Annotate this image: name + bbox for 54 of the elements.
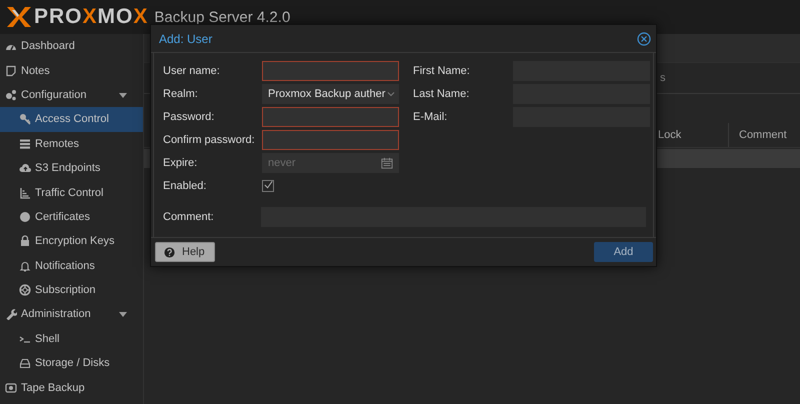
sidebar-item[interactable]: Notifications — [0, 254, 143, 278]
realm-dropdown[interactable]: Proxmox Backup auther — [262, 84, 399, 104]
input-field[interactable] — [262, 107, 399, 127]
sidebar-item[interactable]: Storage / Disks — [0, 351, 143, 376]
field-label: Password: — [163, 111, 216, 123]
wrench-icon — [5, 308, 17, 320]
calendar-icon — [381, 157, 393, 169]
tab[interactable]: s — [660, 72, 666, 84]
field-label: Expire: — [163, 157, 198, 169]
certificate-icon — [19, 210, 31, 223]
note-icon — [5, 64, 17, 77]
sidebar-item[interactable]: Remotes — [0, 132, 143, 156]
cloud-upload-icon — [19, 162, 31, 174]
sidebar-item[interactable]: Encryption Keys — [0, 229, 143, 254]
list-icon — [19, 138, 31, 150]
field-label: First Name: — [413, 65, 471, 77]
dialog-title: Add: User — [159, 32, 212, 46]
gears-icon — [5, 88, 17, 101]
help-icon — [164, 246, 175, 258]
input-field[interactable] — [262, 61, 399, 81]
field-label: Realm: — [163, 88, 199, 100]
add-button[interactable]: Add — [594, 242, 653, 262]
close-button[interactable] — [637, 32, 651, 46]
sidebar-item[interactable]: Certificates — [0, 204, 143, 230]
drive-icon — [19, 357, 31, 370]
sidebar-item[interactable]: Notes — [0, 58, 143, 83]
lifebuoy-icon — [19, 284, 31, 296]
sidebar-item[interactable]: Access Control — [0, 107, 143, 132]
bell-icon — [19, 260, 31, 272]
x-logo-icon — [6, 6, 32, 28]
tape-icon — [5, 382, 17, 394]
sidebar-item[interactable]: Tape Backup — [0, 375, 143, 400]
key-icon — [19, 113, 31, 126]
sidebar-item[interactable]: Configuration — [0, 82, 143, 108]
field-label: Comment: — [163, 211, 215, 223]
sidebar-item[interactable]: Shell — [0, 326, 143, 352]
steps-chart-icon — [19, 186, 31, 199]
input-field[interactable] — [262, 130, 399, 150]
product-title: Backup Server 4.2.0 — [154, 8, 290, 26]
field-label: Enabled: — [163, 180, 208, 192]
field-label: Last Name: — [413, 88, 470, 100]
sidebar-item[interactable]: Dashboard — [0, 34, 143, 58]
field-label: E-Mail: — [413, 111, 448, 123]
logo-wordmark: PROXMOX — [34, 5, 148, 29]
sidebar-item[interactable]: Subscription — [0, 278, 143, 302]
field-label: Confirm password: — [163, 134, 256, 146]
sidebar-item[interactable]: Administration — [0, 302, 143, 327]
sidebar-item[interactable]: Traffic Control — [0, 180, 143, 205]
sidebar-item[interactable]: S3 Endpoints — [0, 156, 143, 180]
checkbox[interactable] — [262, 180, 274, 192]
lock-icon — [19, 235, 31, 248]
field-label: User name: — [163, 65, 221, 77]
column-header[interactable]: Comment — [729, 129, 791, 141]
help-button[interactable]: Help — [155, 242, 215, 262]
